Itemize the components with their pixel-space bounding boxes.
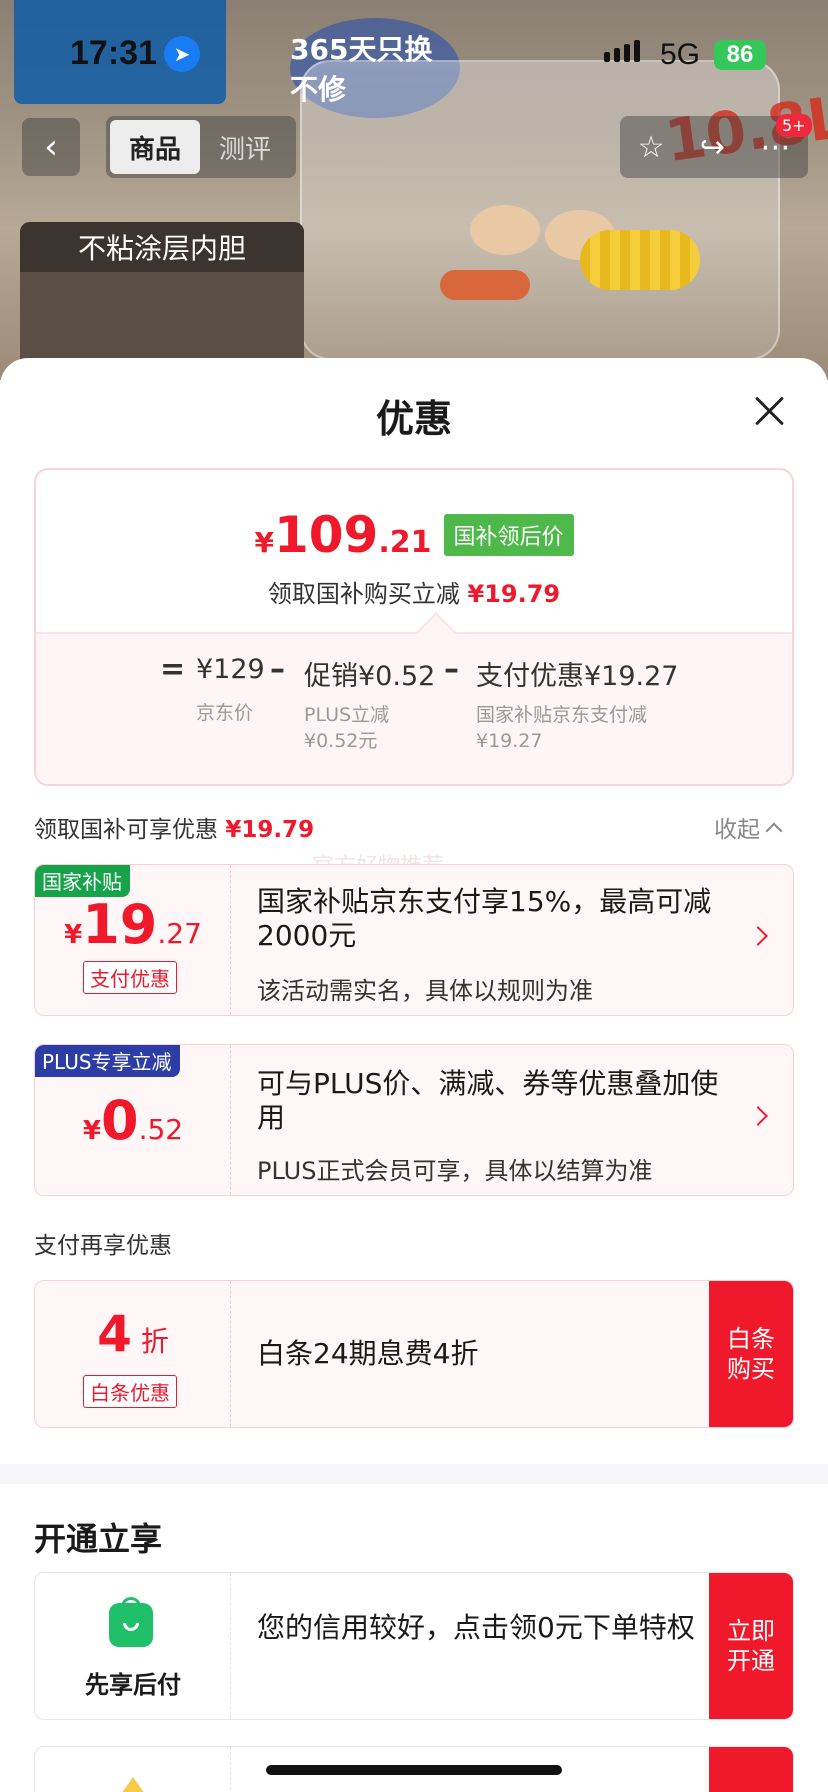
corn-image	[580, 230, 700, 290]
cellular-signal-icon	[604, 40, 640, 62]
carrot-image	[440, 270, 530, 300]
discount-sheet: 优惠 ¥ 109 .21 国补领后价 领取国补购买立减 ¥19.79 = ¥12…	[0, 358, 828, 1792]
credit-card[interactable]: 先享后付 您的信用较好，点击领0元下单特权 立即开通	[34, 1572, 794, 1720]
jd-price: ¥129	[196, 654, 265, 685]
jd-price-label: 京东价	[196, 702, 254, 724]
section-header-activate: 开通立享	[34, 1520, 163, 1558]
share-icon[interactable]: ↪	[700, 130, 725, 165]
coupon-desc: 该活动需实名，具体以规则为准	[257, 977, 593, 1005]
price-tag: 国补领后价	[443, 514, 574, 556]
coupon-title: 可与PLUS价、满减、券等优惠叠加使用	[257, 1067, 719, 1134]
product-tabs: 商品 测评	[106, 116, 296, 178]
coating-feature-card: 不粘涂层内胆	[20, 222, 304, 372]
pay-discount: 支付优惠¥19.27	[476, 661, 679, 692]
section-header-subsidy: 领取国补可享优惠 ¥19.79	[34, 817, 315, 843]
sheet-title: 优惠	[375, 397, 452, 441]
pay-later-label: 先享后付	[85, 1671, 181, 1699]
chevron-right-icon	[748, 1106, 768, 1126]
coating-label: 不粘涂层内胆	[20, 222, 304, 272]
shopping-bag-icon	[109, 1597, 153, 1647]
coupon-title: 国家补贴京东支付享15%，最高可减2000元	[257, 885, 712, 952]
coupon-plus[interactable]: PLUS专享立减 ¥0.52 可与PLUS价、满减、券等优惠叠加使用 PLUS正…	[34, 1044, 794, 1196]
credit-title: 您的信用较好，点击领0元下单特权	[257, 1611, 695, 1644]
section-header-payment: 支付再享优惠	[34, 1233, 172, 1259]
star-icon[interactable]: ☆	[638, 130, 665, 165]
minus-sign: –	[270, 652, 285, 687]
promo-label: PLUS立减 ¥0.52元	[304, 704, 390, 752]
tab-product[interactable]: 商品	[110, 120, 200, 174]
coupon-desc: PLUS正式会员可享，具体以结算为准	[257, 1157, 653, 1185]
coupon-amount: ¥0.52	[82, 1089, 184, 1152]
chevron-up-icon	[765, 822, 783, 840]
back-button[interactable]: ‹	[22, 118, 80, 176]
location-arrow-icon: ➤	[164, 36, 200, 72]
battery-indicator: 86	[714, 40, 766, 70]
coupon-national-subsidy[interactable]: 国家补贴 ¥19.27 支付优惠 国家补贴京东支付享15%，最高可减2000元 …	[34, 864, 794, 1016]
price-breakdown: = ¥129 – 促销¥0.52 – 支付优惠¥19.27 京东价 PLUS立减…	[36, 612, 792, 784]
coupon-amount: ¥19.27	[64, 893, 202, 956]
tab-review[interactable]: 测评	[200, 120, 290, 174]
crown-icon	[119, 1777, 147, 1792]
close-icon[interactable]	[752, 394, 786, 428]
pay-label: 国家补贴京东支付减 ¥19.27	[476, 704, 648, 752]
equals-sign: =	[160, 652, 186, 687]
baitiao-discount: 4 折	[97, 1305, 169, 1363]
price-summary-card: ¥ 109 .21 国补领后价 领取国补购买立减 ¥19.79 = ¥129 –…	[34, 468, 794, 786]
final-price: ¥ 109 .21	[254, 506, 432, 564]
message-badge: 5+	[776, 114, 812, 137]
coupon-mini-tag: 白条优惠	[83, 1375, 177, 1408]
coupon-tag: PLUS专享立减	[35, 1045, 180, 1077]
status-bar: 17:31 ➤ 5G 86	[0, 0, 828, 104]
collapse-button[interactable]: 收起	[714, 810, 783, 844]
chevron-left-icon: ‹	[44, 127, 58, 167]
promo-amount: 促销¥0.52	[304, 661, 436, 692]
coupon-title: 白条24期息费4折	[257, 1337, 479, 1370]
activate-button[interactable]: 立即开通	[709, 1573, 793, 1719]
coupon-baitiao[interactable]: 4 折 白条优惠 白条24期息费4折 白条购买	[34, 1280, 794, 1428]
status-time: 17:31	[70, 34, 157, 72]
partial-action-button[interactable]	[709, 1747, 793, 1792]
coupon-mini-tag: 支付优惠	[83, 961, 177, 994]
section-divider	[0, 1464, 828, 1484]
minus-sign: –	[444, 652, 459, 687]
price-subtitle: 领取国补购买立减 ¥19.79	[267, 580, 561, 608]
network-type: 5G	[660, 38, 701, 71]
home-indicator	[266, 1765, 562, 1775]
egg-image	[470, 205, 540, 255]
chevron-right-icon	[748, 926, 768, 946]
baitiao-buy-button[interactable]: 白条购买	[709, 1281, 793, 1427]
